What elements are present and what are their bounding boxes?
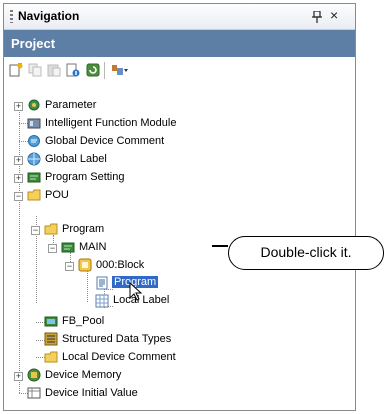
main-program-icon: [61, 242, 75, 253]
toolbar-separator: [104, 62, 105, 79]
device-comment-icon: [28, 135, 40, 147]
local-label-icon: [95, 294, 109, 308]
project-title: Project: [11, 36, 56, 51]
pin-icon[interactable]: [312, 11, 322, 23]
tree-item-main[interactable]: MAIN: [79, 241, 107, 253]
callout-pointer: [212, 245, 228, 247]
expand-toggle[interactable]: +: [14, 156, 23, 165]
block-icon: [78, 258, 92, 272]
paste-icon[interactable]: [47, 63, 61, 77]
property-icon[interactable]: [66, 63, 80, 77]
tree-item-block[interactable]: 000:Block: [96, 259, 144, 271]
program-setting-icon: [27, 172, 41, 183]
tree-item-device-initial-value[interactable]: Device Initial Value: [45, 387, 138, 399]
tree-item-structured-data-types[interactable]: Structured Data Types: [62, 333, 171, 345]
project-header: Project: [4, 30, 355, 57]
module-icon: [27, 118, 41, 129]
callout-bubble: Double-click it.: [228, 236, 384, 270]
global-label-icon: [27, 152, 41, 166]
mouse-cursor-icon: [129, 282, 143, 301]
tree-item-intelligent-function-module[interactable]: Intelligent Function Module: [45, 117, 176, 129]
collapse-toggle[interactable]: −: [14, 192, 23, 201]
expand-toggle[interactable]: +: [14, 102, 23, 111]
drag-grip-icon[interactable]: [10, 10, 13, 23]
tree-item-program-folder[interactable]: Program: [62, 223, 104, 235]
collapse-toggle[interactable]: −: [65, 262, 74, 271]
new-data-icon[interactable]: [9, 63, 23, 77]
collapse-toggle[interactable]: −: [31, 226, 40, 235]
collapse-toggle[interactable]: −: [48, 244, 57, 253]
tree-line: [87, 268, 88, 302]
device-initial-value-icon: [27, 387, 41, 399]
program-folder-icon: [44, 223, 58, 235]
fb-pool-icon: [44, 316, 58, 327]
tree-item-device-memory[interactable]: Device Memory: [45, 369, 121, 381]
tree-item-fb-pool[interactable]: FB_Pool: [62, 315, 104, 327]
project-toolbar: [4, 58, 355, 84]
tree-item-pou[interactable]: POU: [45, 189, 69, 201]
tree-item-local-device-comment[interactable]: Local Device Comment: [62, 351, 176, 363]
program-document-icon: [96, 276, 108, 290]
pou-folder-icon: [27, 189, 41, 201]
expand-toggle[interactable]: +: [14, 174, 23, 183]
parameter-icon: [28, 99, 40, 111]
tree-item-global-label[interactable]: Global Label: [45, 153, 107, 165]
expand-toggle[interactable]: +: [14, 372, 23, 381]
copy-icon[interactable]: [28, 63, 42, 77]
refresh-icon[interactable]: [86, 63, 100, 77]
panel-title: Navigation: [18, 9, 80, 23]
structured-types-icon: [44, 332, 58, 346]
device-memory-icon: [27, 368, 41, 382]
local-device-comment-icon: [44, 351, 58, 363]
panel-title-bar[interactable]: Navigation ×: [4, 4, 355, 30]
tree-item-program-setting[interactable]: Program Setting: [45, 171, 124, 183]
close-icon[interactable]: ×: [330, 7, 338, 23]
filter-icon[interactable]: [111, 63, 129, 77]
tree-item-parameter[interactable]: Parameter: [45, 99, 96, 111]
tree-line: [19, 106, 20, 393]
tree-item-global-device-comment[interactable]: Global Device Comment: [45, 135, 164, 147]
